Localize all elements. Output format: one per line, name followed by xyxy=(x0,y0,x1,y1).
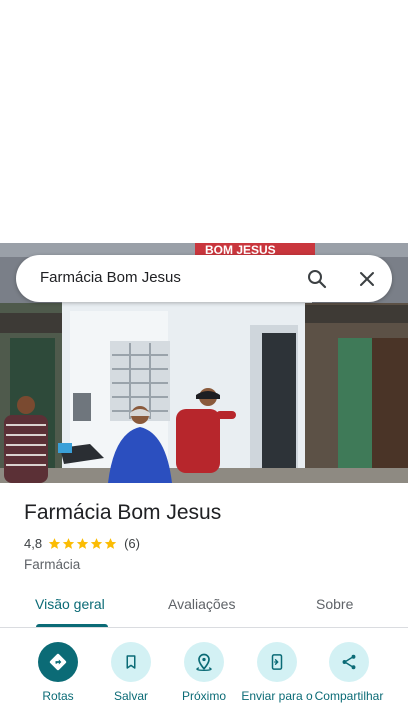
send-to-phone-button[interactable]: Enviar para o xyxy=(239,642,315,703)
send-to-phone-label: Enviar para o xyxy=(241,689,313,703)
tab-overview[interactable]: Visão geral xyxy=(35,596,105,612)
directions-label: Rotas xyxy=(42,689,74,703)
search-input[interactable]: Farmácia Bom Jesus xyxy=(40,269,181,286)
star-icon xyxy=(62,538,75,549)
nearby-icon xyxy=(184,642,224,682)
star-icon xyxy=(76,538,89,549)
map-blank-area xyxy=(0,0,408,243)
nearby-button[interactable]: Próximo xyxy=(166,642,242,703)
directions-icon xyxy=(38,642,78,682)
star-icon xyxy=(48,538,61,549)
search-bar[interactable]: Farmácia Bom Jesus xyxy=(16,255,392,302)
tab-reviews[interactable]: Avaliações xyxy=(168,596,235,612)
send-to-phone-icon xyxy=(257,642,297,682)
rating-value: 4,8 xyxy=(24,536,43,551)
directions-button[interactable]: Rotas xyxy=(20,642,96,703)
close-icon[interactable] xyxy=(352,264,382,294)
tab-about[interactable]: Sobre xyxy=(316,596,353,612)
review-count: (6) xyxy=(124,536,140,551)
save-label: Salvar xyxy=(113,689,148,703)
active-tab-indicator xyxy=(36,624,108,627)
place-title: Farmácia Bom Jesus xyxy=(24,501,222,524)
share-label: Compartilhar xyxy=(314,689,384,703)
rating-stars xyxy=(48,537,118,550)
save-button[interactable]: Salvar xyxy=(93,642,169,703)
star-icon xyxy=(104,538,117,549)
share-icon xyxy=(329,642,369,682)
rating-row[interactable]: 4,8 (6) xyxy=(24,536,140,551)
star-icon xyxy=(90,538,103,549)
nearby-label: Próximo xyxy=(181,689,226,703)
place-info-panel: Farmácia Bom Jesus 4,8 (6) Farmácia Visã… xyxy=(0,483,408,726)
search-icon[interactable] xyxy=(302,264,332,294)
action-buttons-row: Rotas Salvar Próximo Enviar para o Compa… xyxy=(0,642,408,726)
place-category: Farmácia xyxy=(24,557,81,572)
bookmark-icon xyxy=(111,642,151,682)
share-button[interactable]: Compartilhar xyxy=(311,642,387,703)
place-tabs: Visão geral Avaliações Sobre xyxy=(0,586,408,628)
